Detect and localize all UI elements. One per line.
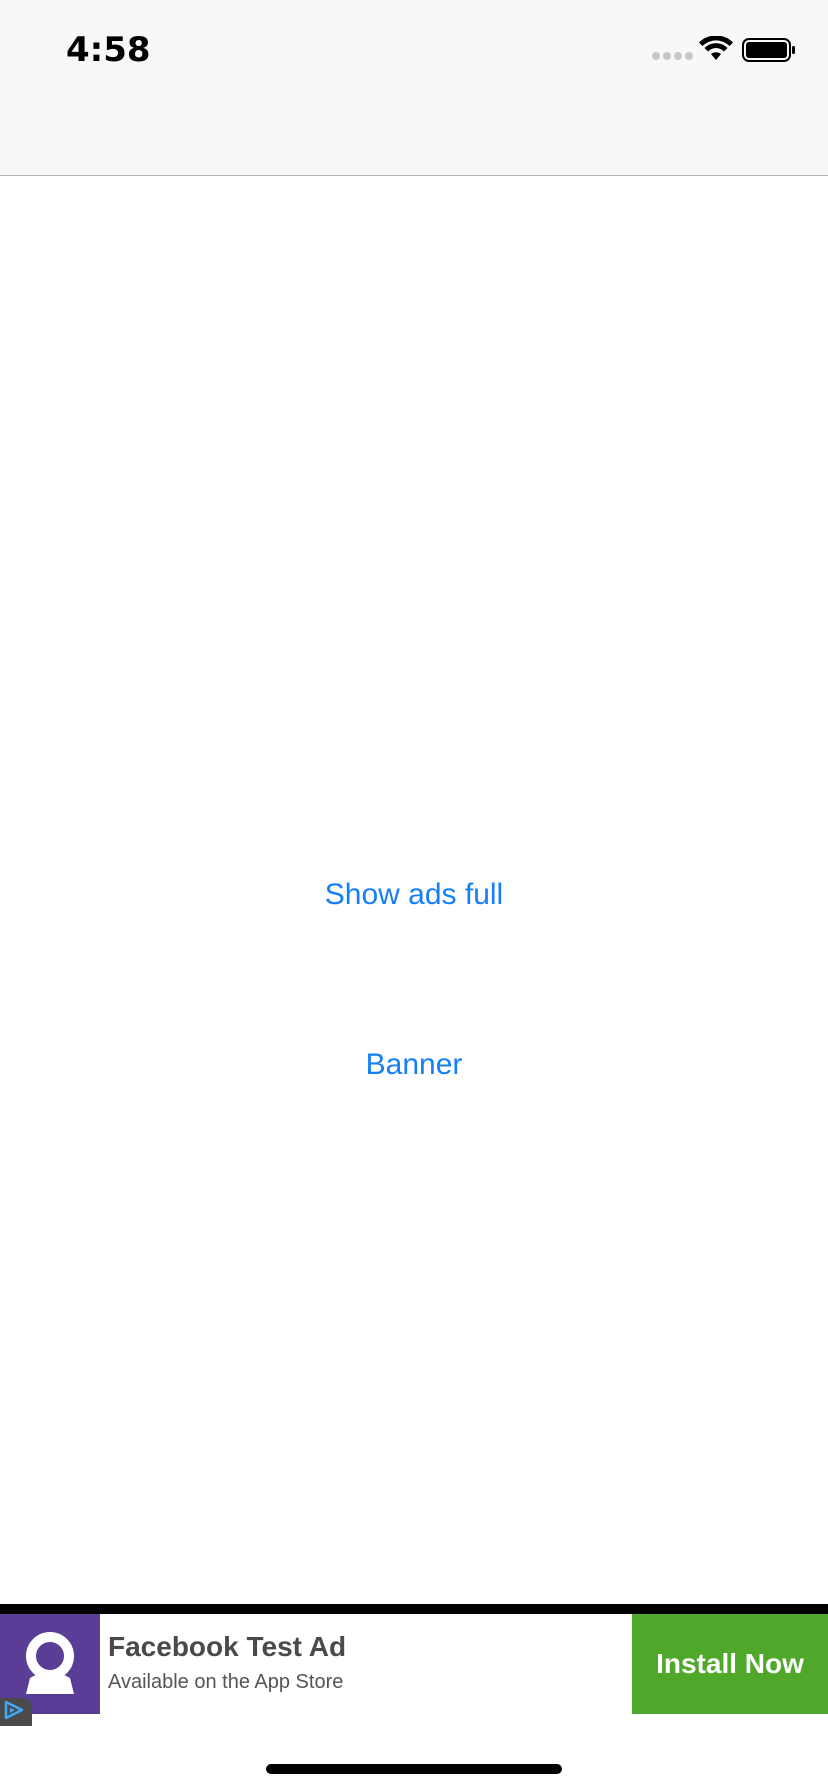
status-and-nav-bar: 4:58 — [0, 0, 828, 176]
ad-banner[interactable]: Facebook Test Ad Available on the App St… — [0, 1604, 828, 1726]
status-icons — [648, 34, 796, 64]
battery-icon — [742, 38, 795, 62]
home-indicator[interactable] — [266, 1764, 562, 1774]
install-now-button[interactable]: Install Now — [632, 1614, 828, 1714]
ad-subtitle: Available on the App Store — [108, 1671, 344, 1693]
show-ads-full-button[interactable]: Show ads full — [214, 867, 614, 923]
ad-title: Facebook Test Ad — [108, 1631, 347, 1662]
cellular-signal-icon — [652, 52, 694, 61]
main-content: Show ads full Banner — [0, 177, 828, 1604]
status-time: 4:58 — [66, 30, 151, 70]
banner-button[interactable]: Banner — [214, 1037, 614, 1093]
ad-banner-divider — [0, 1604, 828, 1614]
ad-choices-icon[interactable] — [0, 1698, 32, 1726]
user-avatar-icon — [26, 1632, 74, 1694]
wifi-icon — [699, 36, 733, 60]
